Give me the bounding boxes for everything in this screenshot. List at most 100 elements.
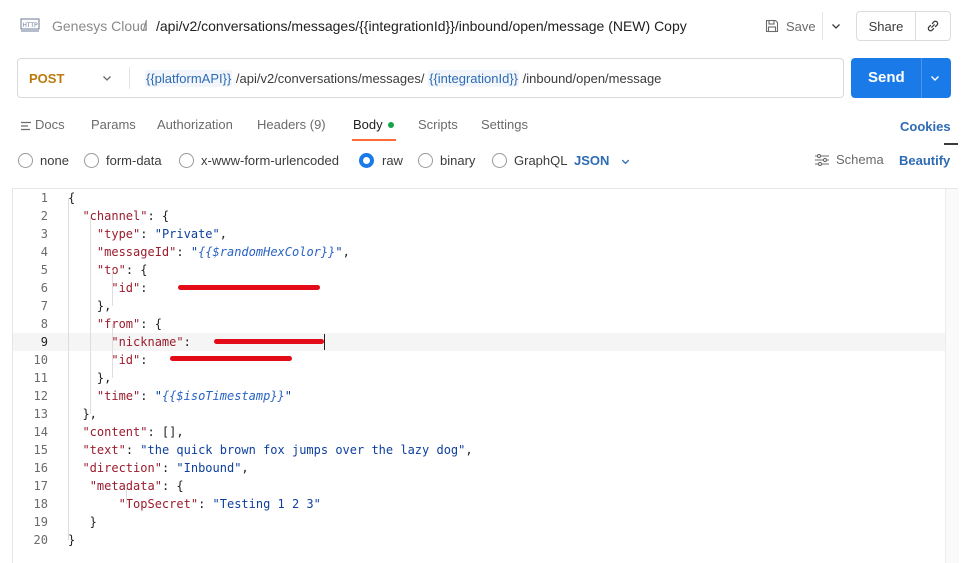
tab-params[interactable]: Params: [91, 117, 136, 132]
radio-raw-label[interactable]: raw: [382, 153, 403, 168]
line-number: 2: [40, 209, 48, 223]
code-line[interactable]: 14 "content": [],: [13, 423, 945, 441]
code-line[interactable]: 10 "id":: [13, 351, 945, 369]
line-number: 1: [40, 191, 48, 205]
json-value: ": [154, 389, 162, 403]
beautify-button[interactable]: Beautify: [899, 153, 950, 168]
code-text[interactable]: "from": {: [68, 315, 162, 333]
code-text[interactable]: "channel": {: [68, 207, 169, 225]
json-punctuation: : [],: [147, 425, 184, 439]
save-label: Save: [786, 18, 816, 34]
code-line[interactable]: 5 "to": {: [13, 261, 945, 279]
code-line[interactable]: 1{: [13, 189, 945, 207]
code-line[interactable]: 18 "TopSecret": "Testing 1 2 3": [13, 495, 945, 513]
url-bar: POST {{platformAPI}} /api/v2/conversatio…: [17, 58, 844, 98]
radio-binary-label[interactable]: binary: [440, 153, 475, 168]
code-text[interactable]: },: [68, 405, 96, 423]
url-input[interactable]: {{platformAPI}} /api/v2/conversations/me…: [145, 70, 661, 87]
tab-settings[interactable]: Settings: [481, 117, 528, 132]
code-text[interactable]: "time": "{{$isoTimestamp}}": [68, 387, 292, 405]
request-title[interactable]: /api/v2/conversations/messages/{{integra…: [156, 18, 687, 34]
code-line[interactable]: 7 },: [13, 297, 945, 315]
radio-urlencoded[interactable]: [179, 153, 194, 168]
send-button[interactable]: Send: [851, 58, 951, 98]
share-button[interactable]: Share: [856, 11, 916, 41]
json-key: "id": [111, 281, 141, 295]
tab-scripts[interactable]: Scripts: [418, 117, 458, 132]
line-number: 9: [40, 335, 48, 349]
raw-format-select[interactable]: JSON: [574, 153, 609, 168]
radio-none[interactable]: [18, 153, 33, 168]
line-number: 11: [33, 371, 48, 385]
code-text[interactable]: "type": "Private",: [68, 225, 227, 243]
url-variable[interactable]: {{platformAPI}}: [145, 70, 233, 87]
code-lines[interactable]: 20} 19 } 18 "TopSecret": "Testing 1 2 3" 17…: [13, 189, 945, 563]
json-punctuation: :: [140, 227, 155, 241]
body-code-editor[interactable]: 20} 19 } 18 "TopSecret": "Testing 1 2 3" 17…: [12, 188, 959, 563]
code-text[interactable]: {: [68, 189, 75, 207]
code-text[interactable]: "messageId": "{{$randomHexColor}}",: [68, 243, 350, 261]
radio-none-label[interactable]: none: [40, 153, 69, 168]
code-text[interactable]: "TopSecret": "Testing 1 2 3": [68, 495, 321, 513]
code-line[interactable]: 3 "type": "Private",: [13, 225, 945, 243]
code-text[interactable]: }: [68, 513, 97, 531]
code-text[interactable]: "to": {: [68, 261, 148, 279]
chevron-down-icon[interactable]: [101, 72, 113, 84]
redaction-mark: [170, 356, 292, 361]
radio-form-data-label[interactable]: form-data: [106, 153, 162, 168]
code-line[interactable]: 19 }: [13, 513, 945, 531]
active-tab-indicator: [352, 139, 396, 141]
radio-binary[interactable]: [418, 153, 433, 168]
line-number: 13: [33, 407, 48, 421]
code-line[interactable]: 15 "text": "the quick brown fox jumps ov…: [13, 441, 945, 459]
radio-graphql[interactable]: [492, 153, 507, 168]
radio-graphql-label[interactable]: GraphQL: [514, 153, 567, 168]
code-line[interactable]: 9 "nickname":: [13, 333, 945, 351]
code-line[interactable]: 8 "from": {: [13, 315, 945, 333]
code-line[interactable]: 11 },: [13, 369, 945, 387]
code-text[interactable]: "id":: [68, 351, 147, 369]
indent-guide: [112, 324, 113, 378]
radio-urlencoded-label[interactable]: x-www-form-urlencoded: [201, 153, 339, 168]
json-punctuation: ,: [241, 461, 249, 475]
code-text[interactable]: }: [68, 531, 75, 549]
tab-headers[interactable]: Headers (9): [257, 117, 326, 132]
code-line[interactable]: 4 "messageId": "{{$randomHexColor}}",: [13, 243, 945, 261]
code-text[interactable]: "direction": "Inbound",: [68, 459, 249, 477]
indent-guide: [90, 216, 91, 414]
json-punctuation: [68, 461, 82, 475]
tab-docs[interactable]: Docs: [20, 117, 65, 132]
save-button[interactable]: Save: [764, 14, 816, 38]
code-line[interactable]: 16 "direction": "Inbound",: [13, 459, 945, 477]
code-line[interactable]: 20}: [13, 531, 945, 549]
copy-link-button[interactable]: [915, 11, 951, 41]
radio-raw[interactable]: [359, 153, 374, 168]
json-punctuation: [68, 479, 90, 493]
breadcrumb-collection[interactable]: Genesys Cloud: [52, 18, 148, 34]
text-caret: [324, 334, 325, 350]
code-line[interactable]: 17 "metadata": {: [13, 477, 945, 495]
save-options-button[interactable]: [822, 12, 848, 40]
code-line[interactable]: 2 "channel": {: [13, 207, 945, 225]
code-line[interactable]: 6 "id":: [13, 279, 945, 297]
code-text[interactable]: "text": "the quick brown fox jumps over …: [68, 441, 472, 459]
chevron-down-icon[interactable]: [620, 156, 631, 167]
editor-scrollbar[interactable]: [945, 189, 959, 563]
method-select[interactable]: POST: [29, 71, 64, 86]
radio-form-data[interactable]: [84, 153, 99, 168]
code-text[interactable]: "nickname":: [68, 333, 190, 351]
url-variable[interactable]: {{integrationId}}: [428, 70, 520, 87]
json-value: ": [335, 245, 343, 259]
schema-button[interactable]: Schema: [814, 152, 884, 167]
code-text[interactable]: "content": [],: [68, 423, 184, 441]
chevron-down-icon: [831, 24, 840, 29]
json-key: "type": [96, 227, 141, 241]
chevron-down-icon[interactable]: [929, 72, 941, 84]
json-punctuation: [68, 245, 97, 259]
code-line[interactable]: 13 },: [13, 405, 945, 423]
json-punctuation: :: [140, 389, 155, 403]
cookies-link[interactable]: Cookies: [900, 119, 951, 134]
code-line[interactable]: 12 "time": "{{$isoTimestamp}}": [13, 387, 945, 405]
tab-body[interactable]: Body: [353, 117, 394, 132]
tab-authorization[interactable]: Authorization: [157, 117, 233, 132]
